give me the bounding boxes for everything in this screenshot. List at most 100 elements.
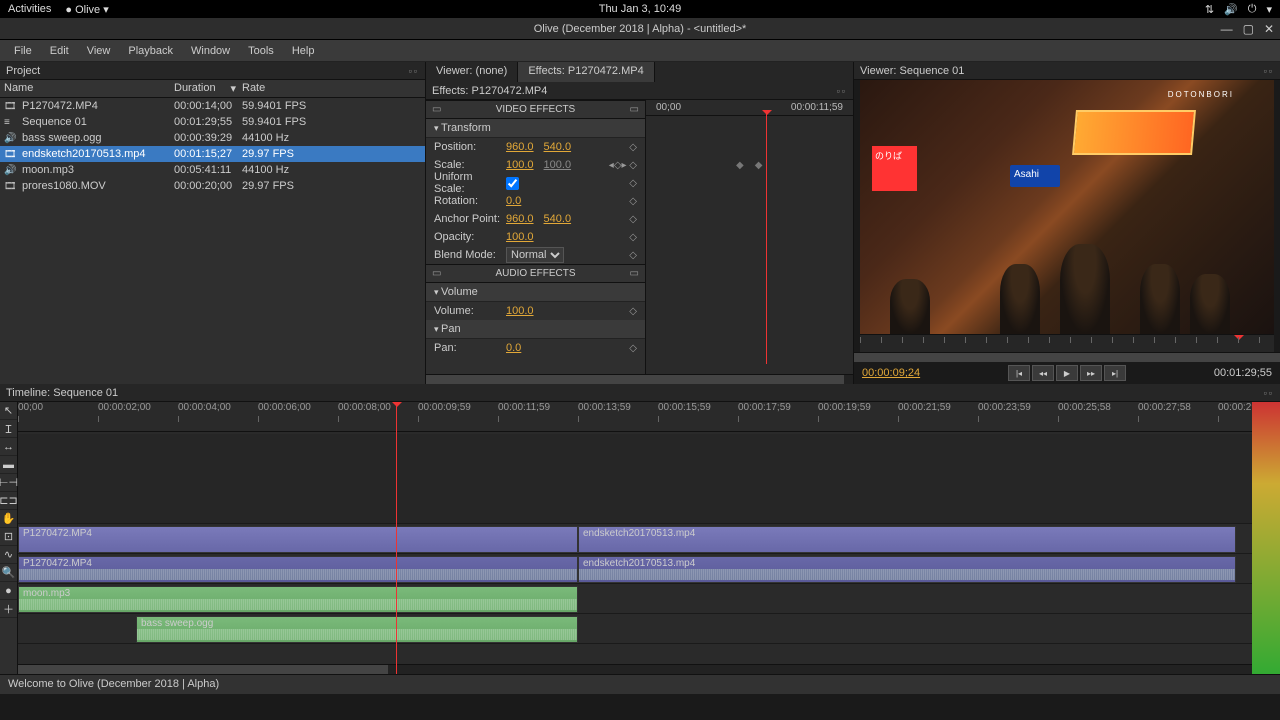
keyframe-icon[interactable]: ◇ [629,343,637,354]
step-back-button[interactable]: ◂◂ [1032,365,1054,381]
anchor-y[interactable]: 540.0 [544,213,572,225]
network-icon[interactable]: ⇅ [1205,3,1214,16]
ripple-tool-icon[interactable]: ↔ [0,438,17,456]
close-button[interactable]: ✕ [1264,22,1274,36]
panel-controls-icon[interactable]: ▫▫ [409,66,419,76]
add-track-icon[interactable]: ＋ [0,600,17,618]
col-rate[interactable]: Rate [242,82,421,95]
asahi-sign: Asahi [1010,165,1060,187]
pointer-tool-icon[interactable]: ↖ [0,402,17,420]
menu-window[interactable]: Window [183,43,238,59]
menu-help[interactable]: Help [284,43,323,59]
fx-menu-icon[interactable]: ▭ [432,268,441,279]
system-menu-icon[interactable]: ▾ [1266,3,1272,16]
transform-group[interactable]: Transform [426,119,645,138]
keyframe-icon[interactable]: ◇ [629,250,637,261]
add-audio-fx-icon[interactable]: ▭ [630,268,639,279]
add-video-fx-icon[interactable]: ▭ [630,104,639,115]
clip-audio[interactable]: moon.mp3 [18,586,578,613]
blend-mode-select[interactable]: Normal [506,247,564,263]
power-icon[interactable]: ⏻ [1248,3,1257,16]
project-item[interactable]: 🎞prores1080.MOV00:00:20;0029.97 FPS [0,178,425,194]
razor-tool-icon[interactable]: ▬ [0,456,17,474]
tracks-area[interactable]: 00;0000:00:02;0000:00:04;0000:00:06;0000… [18,402,1252,674]
menu-view[interactable]: View [79,43,119,59]
viewer-playhead[interactable] [1234,335,1244,345]
viewer-ruler[interactable] [860,334,1274,352]
timeline-scrollbar[interactable] [18,664,1252,674]
viewer-preview[interactable]: DOTONBORI Asahi のりば [860,80,1274,334]
clip-video[interactable]: P1270472.MP4 [18,526,578,553]
col-duration[interactable]: ▾Duration [174,82,242,95]
edit-tool-icon[interactable]: Ｉ [0,420,17,438]
opacity-value[interactable]: 100.0 [506,231,534,243]
col-name[interactable]: Name [4,82,174,95]
panel-controls-icon[interactable]: ▫▫ [837,86,847,96]
app-menu[interactable]: ● Olive ▾ [65,3,108,16]
scale-x[interactable]: 100.0 [506,159,534,171]
clip-audio[interactable]: endsketch20170513.mp4 [578,556,1236,583]
keyframe-icon[interactable]: ◇ [629,232,637,243]
menu-edit[interactable]: Edit [42,43,77,59]
keyframe-icon[interactable]: ◇ [629,214,637,225]
activities-button[interactable]: Activities [8,3,51,15]
audio-track-1[interactable]: P1270472.MP4 endsketch20170513.mp4 [18,556,1252,584]
clip-video[interactable]: endsketch20170513.mp4 [578,526,1236,553]
effects-playhead[interactable] [766,114,767,364]
clip-audio[interactable]: bass sweep.ogg [136,616,578,643]
slip-tool-icon[interactable]: ⊢⊣ [0,474,17,492]
step-forward-button[interactable]: ▸▸ [1080,365,1102,381]
menu-playback[interactable]: Playback [120,43,181,59]
keyframe-icon[interactable]: ◇ [629,178,637,189]
position-x[interactable]: 960.0 [506,141,534,153]
keyframe-nav-icon[interactable]: ◂◇▸ ◇ [609,160,637,171]
play-button[interactable]: ▶ [1056,365,1078,381]
volume-value[interactable]: 100.0 [506,305,534,317]
keyframe-area[interactable]: 00;0000:00:11;59 ◆ ◆ [646,100,853,374]
volume-icon[interactable]: 🔊 [1224,3,1238,16]
hand-tool-icon[interactable]: ✋ [0,510,17,528]
anchor-x[interactable]: 960.0 [506,213,534,225]
menu-file[interactable]: File [6,43,40,59]
project-item[interactable]: ≡Sequence 0100:01:29;5559.9401 FPS [0,114,425,130]
keyframe-icon[interactable]: ◇ [629,196,637,207]
slide-tool-icon[interactable]: ⊏⊐ [0,492,17,510]
minimize-button[interactable]: — [1221,22,1233,36]
keyframe-icon[interactable]: ◇ [629,142,637,153]
tab-effects[interactable]: Effects: P1270472.MP4 [518,62,654,82]
go-end-button[interactable]: ▸| [1104,365,1126,381]
project-item[interactable]: 🎞P1270472.MP400:00:14;0059.9401 FPS [0,98,425,114]
time-ruler[interactable]: 00;0000:00:02;0000:00:04;0000:00:06;0000… [18,402,1252,432]
viewer-timecode[interactable]: 00:00:09;24 [862,367,920,379]
audio-track-2[interactable]: moon.mp3 [18,586,1252,614]
effects-scrollbar[interactable] [426,374,853,384]
rotation-value[interactable]: 0.0 [506,195,521,207]
panel-controls-icon[interactable]: ▫▫ [1264,388,1274,398]
go-start-button[interactable]: |◂ [1008,365,1030,381]
maximize-button[interactable]: ▢ [1243,22,1254,36]
record-icon[interactable]: ● [0,582,17,600]
project-item[interactable]: 🔊moon.mp300:05:41:1144100 Hz [0,162,425,178]
clip-audio[interactable]: P1270472.MP4 [18,556,578,583]
position-y[interactable]: 540.0 [544,141,572,153]
video-track-1[interactable]: P1270472.MP4 endsketch20170513.mp4 [18,526,1252,554]
panel-controls-icon[interactable]: ▫▫ [1264,66,1274,76]
keyframe-diamond-icon[interactable]: ◆ ◆ [736,160,763,171]
pan-value[interactable]: 0.0 [506,342,521,354]
project-list[interactable]: 🎞P1270472.MP400:00:14;0059.9401 FPS≡Sequ… [0,98,425,384]
project-item[interactable]: 🎞endsketch20170513.mp400:01:15;2729.97 F… [0,146,425,162]
tab-viewer-none[interactable]: Viewer: (none) [426,62,518,82]
transition-tool-icon[interactable]: ⊡ [0,528,17,546]
audio-track-3[interactable]: bass sweep.ogg [18,616,1252,644]
snap-icon[interactable]: ∿ [0,546,17,564]
timeline-playhead[interactable] [396,402,397,674]
zoom-tool-icon[interactable]: 🔍 [0,564,17,582]
project-item[interactable]: 🔊bass sweep.ogg00:00:39:2944100 Hz [0,130,425,146]
menu-tools[interactable]: Tools [240,43,282,59]
keyframe-icon[interactable]: ◇ [629,306,637,317]
uniform-scale-checkbox[interactable] [506,177,519,190]
pan-group[interactable]: Pan [426,320,645,339]
volume-group[interactable]: Volume [426,283,645,302]
fx-menu-icon[interactable]: ▭ [432,104,441,115]
viewer-scrollbar[interactable] [854,352,1280,362]
